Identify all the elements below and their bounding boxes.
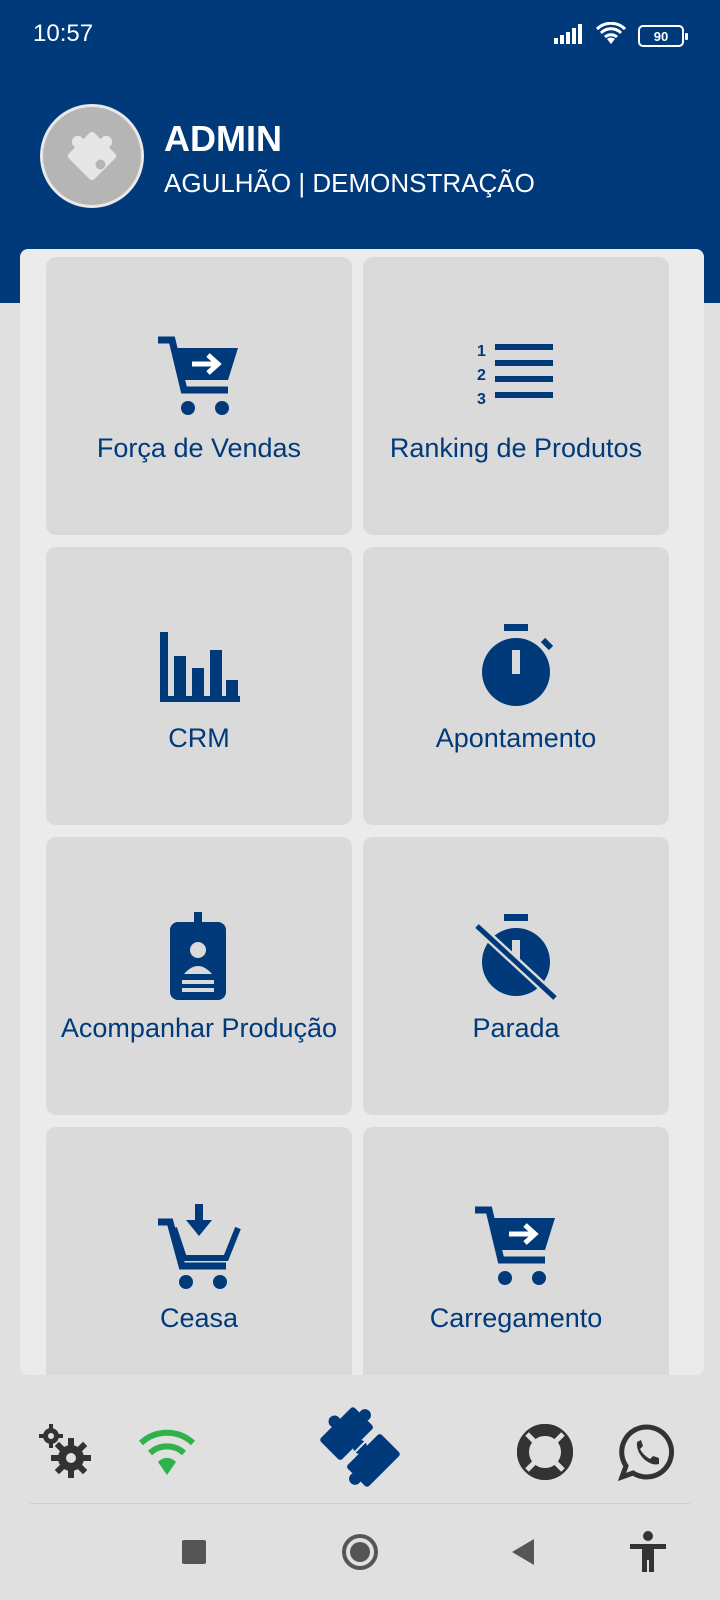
svg-text:1: 1 [477, 343, 486, 360]
bottom-toolbar [0, 1397, 720, 1503]
battery-icon: 90 [638, 25, 688, 47]
badge-icon [151, 909, 247, 1005]
menu-item-label: Parada [472, 1012, 560, 1043]
wifi-icon[interactable] [132, 1417, 202, 1487]
menu-item-label: Ranking de Produtos [389, 432, 643, 463]
menu-item-label: Força de Vendas [96, 432, 302, 463]
menu-item-apontamento[interactable]: Apontamento [363, 547, 669, 825]
bar-chart-icon [151, 619, 247, 715]
signal-icon [554, 23, 584, 49]
user-name: ADMIN [164, 118, 282, 159]
whatsapp-icon[interactable] [612, 1417, 682, 1487]
svg-text:2: 2 [477, 367, 486, 384]
system-icons: 90 [554, 21, 688, 51]
menu-item-label: Acompanhar Produção [60, 1012, 338, 1043]
menu-item-label: CRM [168, 722, 230, 753]
battery-level: 90 [653, 28, 669, 44]
back-button[interactable] [492, 1504, 552, 1600]
system-nav-bar [0, 1504, 720, 1600]
settings-icon[interactable] [30, 1417, 100, 1487]
status-time: 10:57 [33, 20, 94, 47]
cart-arrow-icon [468, 1199, 564, 1295]
menu-item-carregamento[interactable]: Carregamento [363, 1127, 669, 1375]
menu-item-label: Carregamento [429, 1302, 603, 1333]
user-company: AGULHÃO | DEMONSTRAÇÃO [164, 168, 535, 198]
recents-button[interactable] [164, 1504, 224, 1600]
menu-item-crm[interactable]: CRM [46, 547, 352, 825]
cart-arrow-icon [151, 329, 247, 425]
menu-item-acompanhar-producao[interactable]: Acompanhar Produção [46, 837, 352, 1115]
menu-item-ceasa[interactable]: Ceasa [46, 1127, 352, 1375]
lifebuoy-icon[interactable] [510, 1417, 580, 1487]
puzzle-avatar-icon [67, 131, 117, 181]
menu-item-parada[interactable]: Parada [363, 837, 669, 1115]
wifi-status-icon [595, 21, 627, 51]
avatar[interactable] [40, 104, 144, 208]
menu-item-ranking-de-produtos[interactable]: 1 2 3 Ranking de Produtos [363, 257, 669, 535]
menu-item-forca-de-vendas[interactable]: Força de Vendas [46, 257, 352, 535]
stopwatch-off-icon [468, 909, 564, 1005]
menu-item-label: Ceasa [159, 1302, 239, 1333]
svg-text:3: 3 [477, 391, 486, 408]
ranked-list-icon: 1 2 3 [468, 329, 564, 425]
stopwatch-icon [468, 619, 564, 715]
accessibility-button[interactable] [618, 1504, 678, 1600]
home-button[interactable] [330, 1504, 390, 1600]
status-bar: 10:57 90 [0, 0, 720, 72]
cart-download-icon [151, 1199, 247, 1295]
menu-item-label: Apontamento [435, 722, 597, 753]
puzzle-logo-icon[interactable] [315, 1397, 405, 1497]
menu-panel: Força de Vendas 1 2 3 Ranking de Produto… [20, 249, 704, 1375]
